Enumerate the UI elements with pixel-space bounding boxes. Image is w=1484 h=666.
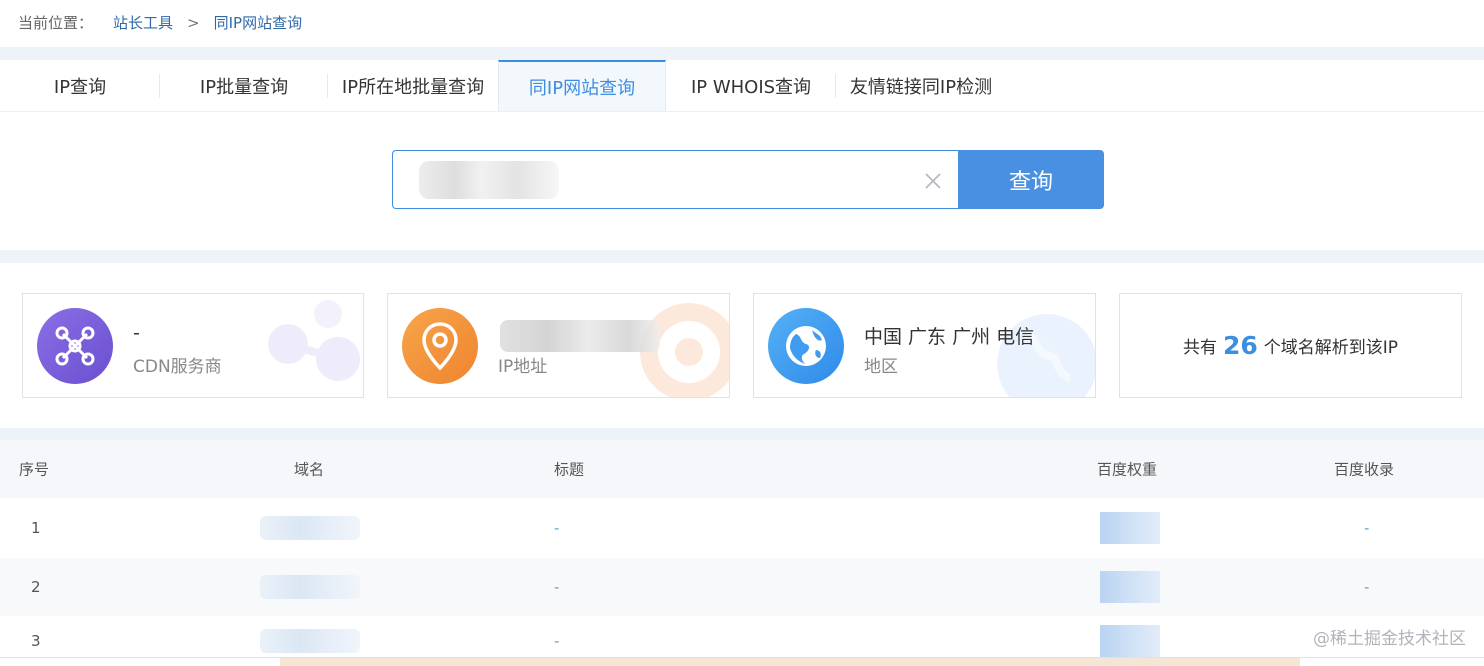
cdn-caption: CDN服务商 — [133, 357, 222, 377]
region-card: 中国 广东 广州 电信 地区 — [753, 293, 1096, 398]
table-row: 1 - - — [0, 498, 1484, 558]
blurred-query-text — [419, 161, 559, 199]
header-baidu-rank: 百度权重 — [1097, 460, 1158, 479]
globe-icon — [786, 326, 826, 366]
blurred-domain-link[interactable] — [260, 516, 360, 540]
breadcrumb-root-link[interactable]: 站长工具 — [113, 12, 173, 33]
table-header-row: 序号 域名 标题 百度权重 百度收录 — [0, 440, 1484, 498]
blurred-baidu-rank — [1100, 512, 1160, 544]
page: 当前位置： 站长工具 > 同IP网站查询 IP查询 IP批量查询 IP所在地批量… — [0, 0, 1484, 666]
cdn-icon-circle — [37, 308, 113, 384]
region-icon-circle — [768, 308, 844, 384]
header-domain: 域名 — [294, 460, 325, 479]
section-divider — [0, 47, 1484, 60]
ip-address-card: IP地址 — [387, 293, 730, 398]
network-icon — [55, 326, 95, 366]
blurred-domain-link[interactable] — [260, 629, 360, 653]
blurred-domain-link[interactable] — [260, 575, 360, 599]
cdn-card: - CDN服务商 — [22, 293, 364, 398]
ip-caption: IP地址 — [498, 357, 548, 377]
bottom-highlight — [280, 658, 1300, 666]
tab-friend-link-same-ip-check[interactable]: 友情链接同IP检测 — [836, 60, 1006, 111]
section-divider — [0, 428, 1484, 440]
tab-ip-query[interactable]: IP查询 — [0, 60, 160, 111]
blurred-baidu-rank — [1100, 625, 1160, 657]
tab-ip-location-batch-query[interactable]: IP所在地批量查询 — [328, 60, 498, 111]
row-baidu-index: - — [1364, 519, 1370, 537]
row-index: 3 — [31, 632, 41, 650]
breadcrumb-separator: > — [187, 13, 200, 32]
location-pin-icon — [422, 322, 458, 370]
search-bar: 查询 — [392, 150, 1104, 209]
section-divider — [0, 250, 1484, 263]
header-baidu-index: 百度收录 — [1334, 460, 1395, 479]
row-title: - — [554, 578, 560, 596]
count-suffix: 个域名解析到该IP — [1263, 338, 1399, 358]
header-index: 序号 — [19, 460, 50, 479]
breadcrumb: 当前位置： 站长工具 > 同IP网站查询 — [18, 12, 302, 33]
tab-ip-whois-query[interactable]: IP WHOIS查询 — [666, 60, 836, 111]
blurred-ip-value — [500, 320, 660, 352]
search-input-box — [392, 150, 958, 209]
region-value: 中国 广东 广州 电信 — [864, 326, 1035, 348]
tool-tabs: IP查询 IP批量查询 IP所在地批量查询 同IP网站查询 IP WHOIS查询… — [0, 60, 1484, 112]
row-baidu-index: - — [1364, 578, 1370, 596]
ip-icon-circle — [402, 308, 478, 384]
row-index: 2 — [31, 578, 41, 596]
bottom-edge — [0, 657, 1484, 666]
search-button[interactable]: 查询 — [958, 150, 1104, 209]
domain-count: 26 — [1222, 331, 1258, 360]
breadcrumb-current-link[interactable]: 同IP网站查询 — [214, 12, 302, 33]
region-caption: 地区 — [864, 357, 898, 377]
tab-ip-batch-query[interactable]: IP批量查询 — [160, 60, 328, 111]
cdn-value: - — [133, 322, 140, 344]
row-title: - — [554, 519, 560, 537]
count-prefix: 共有 — [1182, 338, 1217, 358]
same-ip-site-table: 序号 域名 标题 百度权重 百度收录 1 - - 2 - - 3 - — [0, 440, 1484, 666]
breadcrumb-label: 当前位置： — [18, 14, 94, 32]
header-title: 标题 — [554, 460, 585, 479]
table-row: 2 - - — [0, 558, 1484, 616]
tab-same-ip-site-query[interactable]: 同IP网站查询 — [498, 60, 666, 111]
blurred-baidu-rank — [1100, 571, 1160, 603]
clear-icon[interactable] — [922, 170, 944, 192]
watermark: @稀土掘金技术社区 — [1313, 629, 1466, 649]
domain-count-card: 共有 26 个域名解析到该IP — [1119, 293, 1462, 398]
network-decoration-icon — [268, 300, 360, 381]
row-title: - — [554, 632, 560, 650]
row-index: 1 — [31, 519, 41, 537]
